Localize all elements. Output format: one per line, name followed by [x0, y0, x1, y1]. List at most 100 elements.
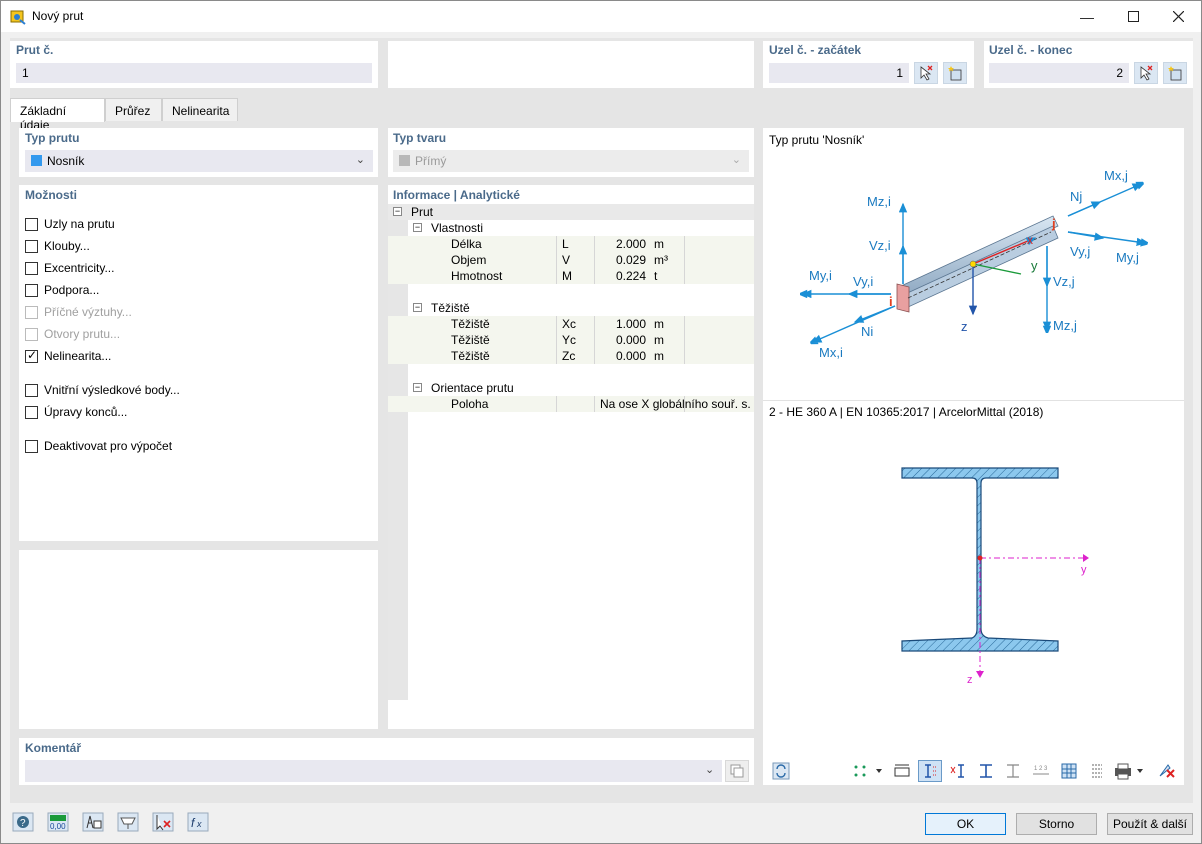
cancel-button[interactable]: Storno: [1016, 813, 1097, 835]
member-number-field[interactable]: 1: [16, 63, 372, 83]
option-checkbox-row[interactable]: Excentricity...: [25, 259, 114, 277]
comment-dropdown-icon[interactable]: ⌄: [705, 763, 714, 776]
print-dropdown[interactable]: [1111, 760, 1147, 782]
section-outline-icon: [1007, 764, 1019, 778]
option-checkbox-row[interactable]: Uzly na prutu: [25, 215, 115, 233]
rotate-view-button[interactable]: [769, 760, 793, 782]
grid-button[interactable]: [1057, 760, 1081, 782]
label-vy-i: Vy,i: [853, 274, 873, 289]
property-name: Objem: [451, 253, 487, 267]
new-node-icon: [1168, 66, 1182, 81]
property-value: 0.029: [615, 253, 646, 267]
minimize-button[interactable]: —: [1064, 1, 1110, 32]
i-section-button[interactable]: [974, 760, 998, 782]
new-node-end-button[interactable]: [1163, 62, 1187, 84]
option-label: Deaktivovat pro výpočet: [44, 439, 173, 453]
option-checkbox-row[interactable]: Vnitřní výsledkové body...: [25, 381, 180, 399]
member-type-value: Nosník: [47, 154, 85, 168]
help-icon: ?: [12, 812, 34, 832]
shape-type-value: Přímý: [415, 154, 447, 168]
label-mx-j: Mx,j: [1104, 168, 1128, 183]
copy-icon: [730, 764, 744, 778]
dimension-icon: [894, 764, 910, 777]
checkbox[interactable]: [25, 383, 38, 397]
new-node-start-button[interactable]: [943, 62, 967, 84]
pick-cursor-icon: [1140, 65, 1153, 81]
member-type-select[interactable]: Nosník ⌄: [25, 150, 373, 172]
function-button[interactable]: fx: [185, 811, 211, 833]
point-display-dropdown[interactable]: [849, 760, 885, 782]
shape-type-swatch: [399, 155, 410, 166]
collapse-icon[interactable]: −: [413, 383, 422, 392]
delete-button[interactable]: [150, 811, 176, 833]
tree-group-label: Orientace prutu: [431, 381, 514, 395]
pick-node-start-button[interactable]: [914, 62, 938, 84]
apply-next-button[interactable]: Použít & další: [1107, 813, 1193, 835]
node-end-field[interactable]: 2: [989, 63, 1129, 83]
column-divider: [594, 268, 595, 284]
collapse-icon[interactable]: −: [413, 303, 422, 312]
collapse-icon[interactable]: −: [393, 207, 402, 216]
preview-divider: [763, 400, 1184, 401]
section-detail-button[interactable]: [918, 760, 942, 782]
tab-nonlinearity[interactable]: Nelinearita: [162, 98, 238, 121]
property-symbol: V: [562, 253, 571, 267]
section-outline-button[interactable]: [1001, 760, 1025, 782]
window-title: Nový prut: [32, 9, 84, 23]
option-checkbox-row[interactable]: Úpravy konců...: [25, 403, 127, 421]
property-name: Hmotnost: [451, 269, 503, 283]
table-view-button[interactable]: [1085, 760, 1109, 782]
delete-icon: [152, 812, 174, 832]
tree-root-row: − Prut: [388, 204, 754, 220]
option-checkbox-row[interactable]: Nelinearita...: [25, 347, 111, 365]
shape-type-label: Typ tvaru: [393, 131, 447, 145]
model-info-button[interactable]: [80, 811, 106, 833]
option-checkbox-row: Příčné výztuhy...: [25, 303, 132, 321]
checkbox[interactable]: [25, 405, 38, 419]
checkbox[interactable]: [25, 348, 38, 363]
node-start-field[interactable]: 1: [769, 63, 909, 83]
section-stress-icon: [925, 764, 937, 778]
label-my-j: My,j: [1116, 250, 1139, 265]
checkbox[interactable]: [25, 239, 38, 253]
checkbox[interactable]: [25, 261, 38, 275]
member-name-panel: [388, 41, 754, 88]
option-checkbox-row[interactable]: Deaktivovat pro výpočet: [25, 437, 172, 455]
shape-type-panel: Typ tvaru Přímý ⌄: [388, 128, 754, 177]
tab-basic[interactable]: Základní údaje: [10, 98, 105, 132]
numbering-button[interactable]: 1 2 3: [1029, 760, 1053, 782]
collapse-icon[interactable]: −: [413, 223, 422, 232]
pick-cursor-icon: [920, 65, 933, 81]
reset-icon: [1159, 764, 1175, 778]
checkbox[interactable]: [25, 217, 38, 231]
help-button[interactable]: ?: [10, 811, 36, 833]
maximize-button[interactable]: [1110, 1, 1156, 32]
label-mx-i: Mx,i: [819, 345, 843, 360]
preview-title: Typ prutu 'Nosník': [769, 133, 865, 147]
checkbox[interactable]: [25, 439, 38, 453]
pick-node-end-button[interactable]: [1134, 62, 1158, 84]
property-name: Těžiště: [451, 333, 490, 347]
column-divider: [684, 236, 685, 252]
property-value: Na ose X globálního souř. s...: [600, 397, 750, 411]
option-checkbox-row[interactable]: Klouby...: [25, 237, 90, 255]
property-name: Těžiště: [451, 349, 490, 363]
option-label: Otvory prutu...: [44, 327, 121, 341]
reset-view-button[interactable]: [1155, 760, 1179, 782]
option-label: Úpravy konců...: [44, 405, 128, 419]
function-icon: fx: [187, 812, 209, 832]
comment-input[interactable]: [25, 760, 722, 782]
property-unit: m: [654, 349, 664, 363]
checkbox[interactable]: [25, 283, 38, 297]
comment-copy-button[interactable]: [725, 760, 749, 782]
view-button[interactable]: [115, 811, 141, 833]
dimension-button[interactable]: [890, 760, 914, 782]
units-button[interactable]: 0,00: [45, 811, 71, 833]
close-button[interactable]: [1155, 1, 1201, 32]
tab-section[interactable]: Průřez: [105, 98, 162, 121]
new-node-icon: [948, 66, 962, 81]
ok-button[interactable]: OK: [925, 813, 1006, 835]
section-dims-button[interactable]: [946, 760, 970, 782]
property-name: Těžiště: [451, 317, 490, 331]
option-checkbox-row[interactable]: Podpora...: [25, 281, 99, 299]
